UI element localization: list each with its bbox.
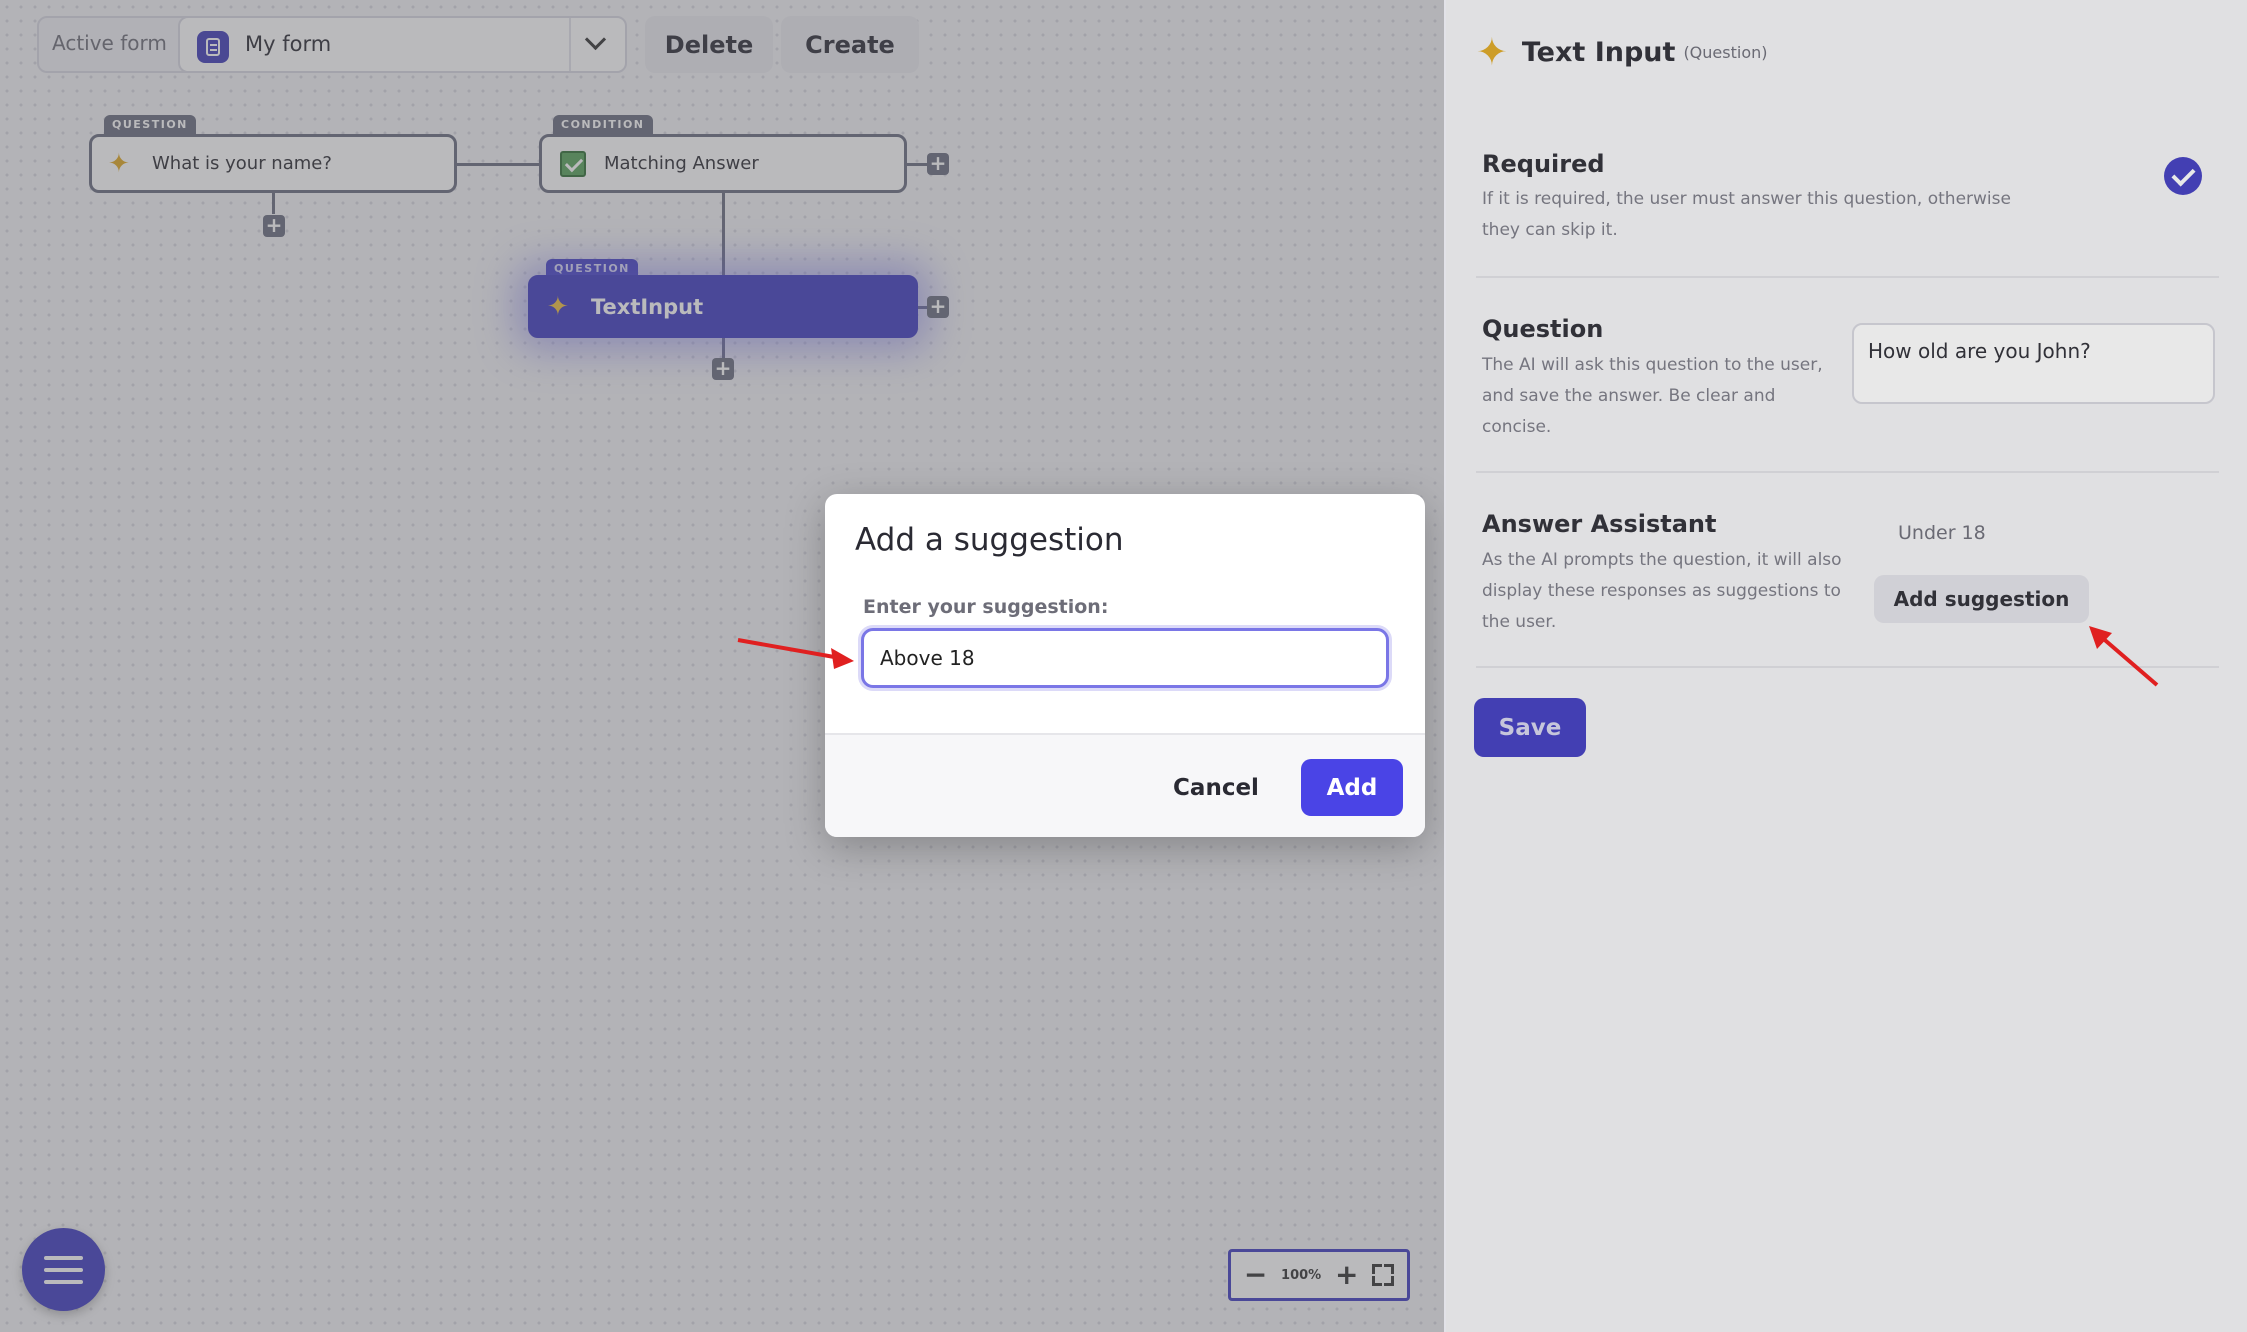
required-checkbox[interactable] <box>2164 157 2202 195</box>
panel-header: ✦ Text Input (Question) <box>1476 32 1767 72</box>
question-input[interactable]: How old are you John? <box>1852 323 2215 404</box>
panel-subtitle: (Question) <box>1683 42 1768 62</box>
answer-assistant-desc: As the AI prompts the question, it will … <box>1482 550 1842 632</box>
divider <box>1476 666 2219 668</box>
required-desc: If it is required, the user must answer … <box>1482 189 2011 240</box>
question-desc: The AI will ask this question to the use… <box>1482 355 1823 437</box>
add-button[interactable]: Add <box>1301 759 1403 816</box>
suggestion-input-label: Enter your suggestion: <box>863 596 1109 618</box>
cancel-button[interactable]: Cancel <box>1167 759 1265 816</box>
divider <box>1476 276 2219 278</box>
suggestion-input[interactable] <box>861 628 1389 688</box>
panel-title: Text Input <box>1521 36 1676 68</box>
add-suggestion-dialog: Add a suggestion Enter your suggestion: … <box>825 494 1425 837</box>
required-title: Required <box>1482 150 1605 178</box>
dialog-title: Add a suggestion <box>855 522 1124 558</box>
suggestion-item: Under 18 <box>1898 522 1986 544</box>
dialog-footer: Cancel Add <box>825 733 1425 837</box>
answer-assistant-title: Answer Assistant <box>1482 510 1717 538</box>
properties-panel: ✦ Text Input (Question) Required If it i… <box>1444 0 2247 1332</box>
sparkles-icon: ✦ <box>1476 30 1508 74</box>
add-suggestion-button[interactable]: Add suggestion <box>1874 575 2089 623</box>
divider <box>1476 471 2219 473</box>
question-title: Question <box>1482 315 1604 343</box>
save-button[interactable]: Save <box>1474 698 1586 757</box>
